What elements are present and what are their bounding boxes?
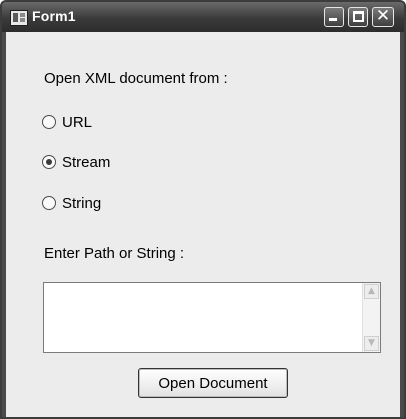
radio-stream-circle[interactable] bbox=[42, 155, 56, 169]
open-document-button[interactable]: Open Document bbox=[138, 368, 288, 398]
form1-window: Form1 ✕ Open XML document from : URL Str… bbox=[0, 0, 406, 419]
radio-url[interactable]: URL bbox=[42, 112, 92, 132]
radio-stream-label[interactable]: Stream bbox=[62, 154, 110, 171]
vertical-scrollbar[interactable]: ▲ ▼ bbox=[362, 283, 380, 352]
minimize-icon bbox=[329, 18, 337, 21]
radio-string-circle[interactable] bbox=[42, 196, 56, 210]
form-client-area: Open XML document from : URL Stream Stri… bbox=[6, 32, 400, 417]
radio-url-circle[interactable] bbox=[42, 115, 56, 129]
source-prompt-label: Open XML document from : bbox=[44, 70, 228, 87]
path-prompt-label: Enter Path or String : bbox=[44, 245, 185, 262]
scroll-up-icon[interactable]: ▲ bbox=[364, 284, 379, 299]
maximize-button[interactable] bbox=[348, 7, 368, 27]
path-text-input[interactable]: ▲ ▼ bbox=[43, 282, 381, 353]
radio-url-label[interactable]: URL bbox=[62, 114, 92, 131]
radio-string-label[interactable]: String bbox=[62, 195, 101, 212]
scroll-down-icon[interactable]: ▼ bbox=[364, 336, 379, 351]
window-title: Form1 bbox=[32, 8, 76, 24]
minimize-button[interactable] bbox=[324, 7, 344, 27]
close-button[interactable]: ✕ bbox=[372, 6, 394, 27]
close-icon: ✕ bbox=[375, 6, 391, 26]
radio-string[interactable]: String bbox=[42, 193, 101, 213]
title-bar[interactable]: Form1 ✕ bbox=[2, 2, 404, 32]
form-app-icon[interactable] bbox=[10, 10, 28, 26]
maximize-icon bbox=[353, 11, 364, 22]
radio-stream[interactable]: Stream bbox=[42, 152, 110, 172]
